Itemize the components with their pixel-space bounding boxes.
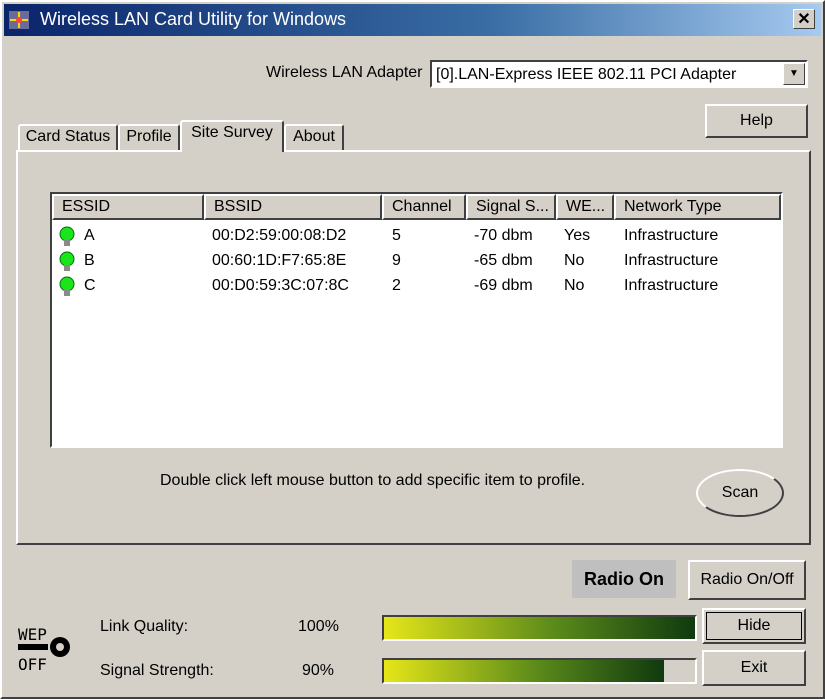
- adapter-select-value: [0].LAN-Express IEEE 802.11 PCI Adapter: [436, 66, 737, 83]
- wep-cell: No: [564, 252, 585, 269]
- channel-cell: 2: [392, 277, 401, 294]
- lightbulb-icon: [59, 276, 75, 296]
- network-type-cell: Infrastructure: [624, 252, 719, 269]
- signal-strength-bar: [382, 658, 697, 684]
- lightbulb-icon: [59, 226, 75, 246]
- lightbulb-icon: [59, 251, 75, 271]
- tab-profile[interactable]: Profile: [118, 124, 180, 150]
- column-header-signal[interactable]: Signal S...: [466, 194, 556, 220]
- bssid-cell: 00:60:1D:F7:65:8E: [212, 252, 347, 269]
- tab-about[interactable]: About: [284, 124, 344, 150]
- bssid-cell: 00:D0:59:3C:07:8C: [212, 277, 349, 294]
- signal-cell: -69 dbm: [474, 277, 533, 294]
- list-item[interactable]: C 00:D0:59:3C:07:8C 2 -69 dbm No Infrast…: [52, 275, 781, 300]
- wep-cell: No: [564, 277, 585, 294]
- wep-cell: Yes: [564, 227, 591, 244]
- adapter-label: Wireless LAN Adapter: [266, 64, 423, 81]
- link-quality-label: Link Quality:: [100, 618, 189, 635]
- column-header-network-type[interactable]: Network Type: [614, 194, 781, 220]
- scan-button[interactable]: Scan: [696, 469, 784, 517]
- bssid-cell: 00:D2:59:00:08:D2: [212, 227, 347, 244]
- hide-button[interactable]: Hide: [702, 608, 806, 644]
- radio-toggle-button[interactable]: Radio On/Off: [688, 560, 806, 600]
- exit-button[interactable]: Exit: [702, 650, 806, 686]
- chevron-down-icon[interactable]: ▼: [783, 63, 805, 85]
- link-quality-bar-fill: [384, 617, 695, 639]
- column-header-essid[interactable]: ESSID: [52, 194, 204, 220]
- essid-cell: B: [84, 252, 95, 269]
- add-to-profile-hint: Double click left mouse button to add sp…: [160, 472, 586, 489]
- network-type-cell: Infrastructure: [624, 277, 719, 294]
- signal-strength-value: 90%: [302, 662, 335, 679]
- title-bar[interactable]: Wireless LAN Card Utility for Windows ✕: [4, 4, 821, 36]
- wep-icon-top-text: WEP: [18, 625, 47, 644]
- signal-strength-bar-fill: [384, 660, 664, 682]
- signal-strength-label: Signal Strength:: [100, 662, 214, 679]
- window-title: Wireless LAN Card Utility for Windows: [40, 9, 347, 29]
- column-header-channel[interactable]: Channel: [382, 194, 466, 220]
- channel-cell: 9: [392, 252, 401, 269]
- close-button[interactable]: ✕: [793, 9, 815, 29]
- list-item[interactable]: A 00:D2:59:00:08:D2 5 -70 dbm Yes Infras…: [52, 225, 781, 250]
- wep-icon-bottom-text: OFF: [18, 655, 47, 674]
- essid-cell: A: [84, 227, 95, 244]
- site-survey-list[interactable]: ESSID BSSID Channel Signal S... WE... Ne…: [50, 192, 783, 448]
- essid-cell: C: [84, 277, 96, 294]
- channel-cell: 5: [392, 227, 401, 244]
- column-header-wep[interactable]: WE...: [556, 194, 614, 220]
- help-button[interactable]: Help: [705, 104, 808, 138]
- network-type-cell: Infrastructure: [624, 227, 719, 244]
- link-quality-bar: [382, 615, 697, 641]
- tab-card-status[interactable]: Card Status: [18, 124, 118, 150]
- link-quality-value: 100%: [298, 618, 339, 635]
- radio-status-label: Radio On: [572, 560, 676, 598]
- tab-site-survey[interactable]: Site Survey: [180, 120, 284, 152]
- signal-cell: -70 dbm: [474, 227, 533, 244]
- list-item[interactable]: B 00:60:1D:F7:65:8E 9 -65 dbm No Infrast…: [52, 250, 781, 275]
- close-icon: ✕: [797, 11, 811, 28]
- wep-key-icon: WEP OFF: [18, 625, 70, 674]
- utility-window: Wireless LAN Card Utility for Windows ✕ …: [0, 0, 825, 699]
- adapter-select[interactable]: [0].LAN-Express IEEE 802.11 PCI Adapter …: [430, 60, 808, 88]
- network-app-icon: [9, 11, 29, 29]
- signal-cell: -65 dbm: [474, 252, 533, 269]
- column-header-bssid[interactable]: BSSID: [204, 194, 382, 220]
